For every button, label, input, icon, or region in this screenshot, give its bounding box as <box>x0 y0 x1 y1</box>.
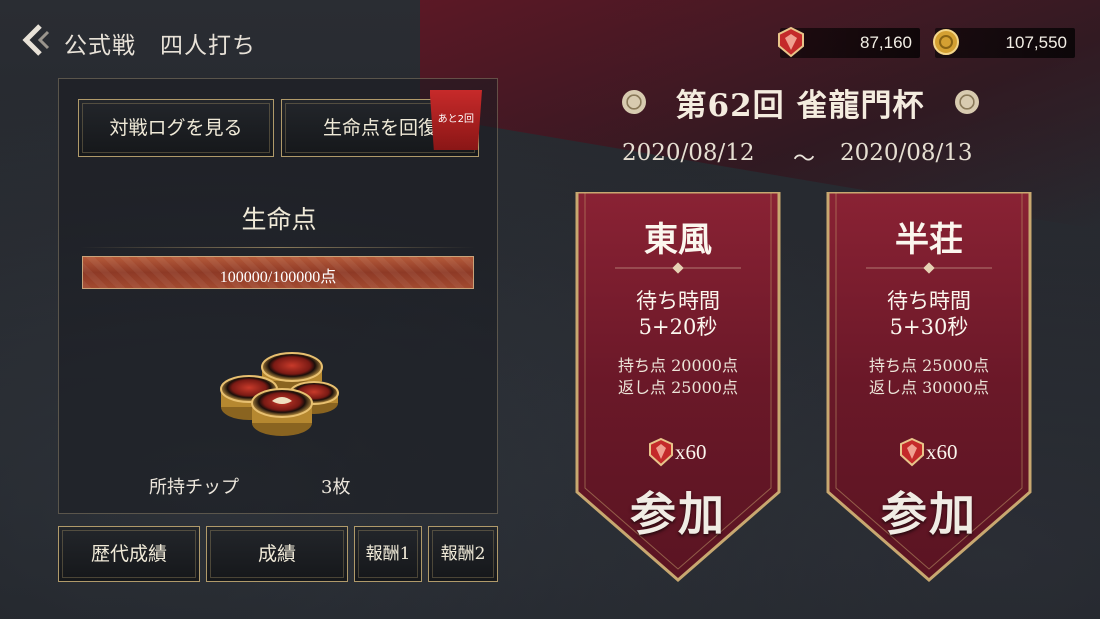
gem-currency: 87,160 <box>778 26 920 58</box>
remaining-count-badge: あと2回 <box>429 90 482 150</box>
results-button[interactable]: 成績 <box>206 526 348 582</box>
start-points: 持ち点 20000点 <box>618 356 738 375</box>
end-date: 2020/08/13 <box>840 140 973 166</box>
chips-label: 所持チップ <box>149 477 239 498</box>
red-gem-icon <box>900 437 924 467</box>
view-log-button[interactable]: 対戦ログを見る <box>78 99 274 157</box>
mode-banner-hanchan[interactable]: 半荘 待ち時間 5+30秒 持ち点 25000点 返し点 30000点 x60 … <box>826 192 1032 582</box>
life-bar: 100000/100000点 <box>82 256 474 289</box>
wait-time: 5+30秒 <box>889 315 969 339</box>
right-emblem-icon <box>955 90 979 114</box>
history-button[interactable]: 歴代成績 <box>58 526 200 582</box>
gold-coin-icon <box>933 29 959 55</box>
reward1-label: 報酬1 <box>365 544 411 564</box>
recover-life-button[interactable]: 生命点を回復 あと2回 <box>281 90 482 157</box>
entry-cost: x60 <box>926 440 958 464</box>
entry-cost: x60 <box>675 440 707 464</box>
reward1-button[interactable]: 報酬1 <box>354 526 422 582</box>
join-label: 参加 <box>630 487 726 541</box>
life-panel: 対戦ログを見る 生命点を回復 あと2回 生命点 100000/100000点 所… <box>58 78 498 514</box>
back-arrow-icon[interactable] <box>20 22 50 58</box>
event-title: 第62回 雀龍門杯 <box>675 88 925 124</box>
life-value: 100000/100000点 <box>219 269 337 286</box>
life-label: 生命点 <box>241 205 317 234</box>
chips-icon <box>214 341 344 441</box>
results-label: 成績 <box>257 543 296 565</box>
page-title: 公式戦 四人打ち <box>64 33 256 59</box>
coin-currency: 107,550 <box>933 28 1075 58</box>
return-points: 返し点 30000点 <box>869 378 989 397</box>
return-points: 返し点 25000点 <box>618 378 738 397</box>
history-label: 歴代成績 <box>90 543 167 565</box>
coin-count: 107,550 <box>1005 33 1067 52</box>
top-bar: 公式戦 四人打ち 87,160 107,550 <box>0 0 1100 80</box>
wait-time: 5+20秒 <box>638 315 718 339</box>
red-gem-icon <box>778 26 804 58</box>
reward2-button[interactable]: 報酬2 <box>428 526 498 582</box>
reward2-label: 報酬2 <box>440 544 486 564</box>
mode-banner-tonpuu[interactable]: 東風 待ち時間 5+20秒 持ち点 20000点 返し点 25000点 x60 … <box>575 192 781 582</box>
mode-name: 半荘 <box>895 220 963 260</box>
mode-name: 東風 <box>644 220 712 260</box>
date-separator: ～ <box>793 147 816 172</box>
join-label: 参加 <box>881 487 977 541</box>
red-gem-icon <box>649 437 673 467</box>
view-log-label: 対戦ログを見る <box>109 117 243 139</box>
gem-count: 87,160 <box>860 33 912 52</box>
chips-count: 3枚 <box>321 477 351 498</box>
divider <box>81 247 475 248</box>
start-date: 2020/08/12 <box>622 140 755 166</box>
recover-life-label: 生命点を回復 <box>322 117 437 139</box>
start-points: 持ち点 25000点 <box>869 356 989 375</box>
